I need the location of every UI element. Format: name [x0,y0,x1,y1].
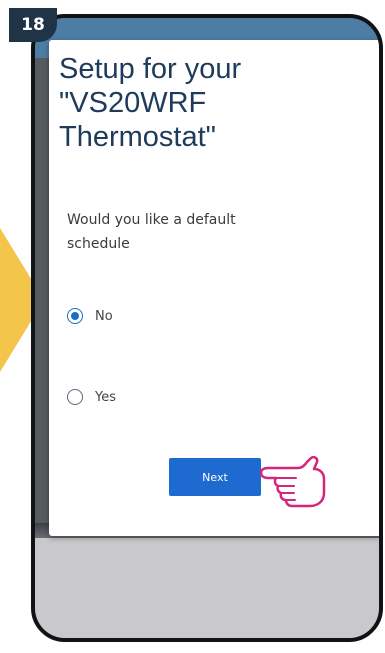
radio-yes[interactable] [67,389,83,405]
next-button-label: Next [202,470,228,484]
setup-dialog: Setup for your "VS20WRF Thermostat" Woul… [49,40,379,536]
dialog-title-line-2: "VS20WRF [59,87,207,119]
dialog-title-line-3: Thermostat" [59,121,216,153]
option-yes-label: Yes [95,389,116,405]
option-yes[interactable]: Yes [67,389,116,405]
pointing-hand-icon [259,455,326,508]
radio-no[interactable] [67,308,83,324]
schedule-question: Would you like a default schedule [67,212,236,252]
phone-lower-background [35,538,379,638]
phone-frame: Setup for your "VS20WRF Thermostat" Woul… [31,14,383,642]
dialog-title-line-1: Setup for your [59,53,242,85]
step-number: 18 [21,15,45,35]
option-no[interactable]: No [67,308,113,324]
dialog-title: Setup for your "VS20WRF Thermostat" [59,52,299,154]
radio-selected-dot [71,312,79,320]
next-button[interactable]: Next [169,458,261,496]
step-badge: 18 [9,8,57,42]
option-no-label: No [95,308,113,324]
